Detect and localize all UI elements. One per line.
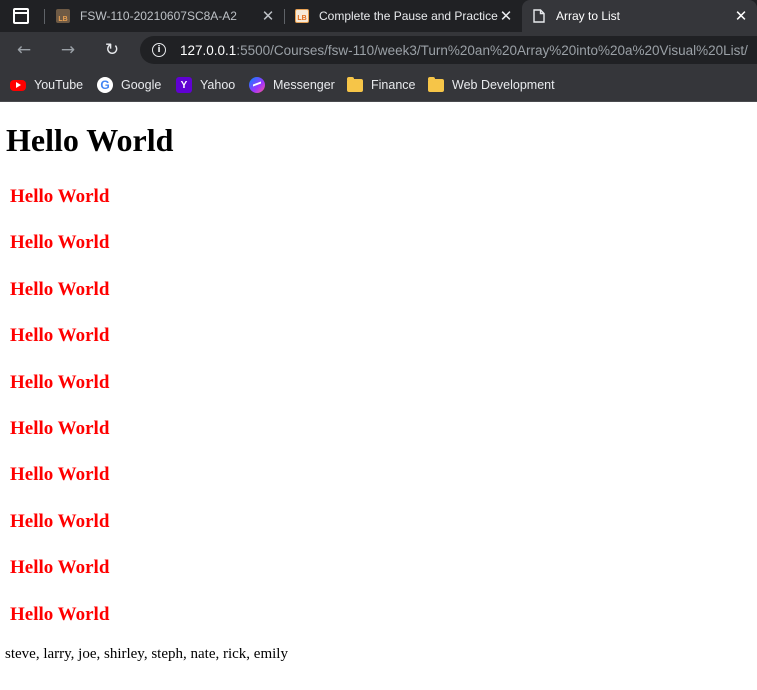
yahoo-icon: Y <box>176 77 192 93</box>
hello-world-item: Hello World <box>10 418 110 439</box>
page-heading: Hello World <box>6 122 174 158</box>
url-host: 127.0.0.1 <box>180 42 237 58</box>
bookmark-label: Yahoo <box>200 78 236 92</box>
url-path: :5500/Courses/fsw-110/week3/Turn%20an%20… <box>236 42 748 58</box>
bookmark-label: Finance <box>371 78 416 92</box>
page-viewport: Hello World Hello World Hello World Hello … <box>0 102 757 690</box>
reload-icon[interactable]: ↻ <box>100 38 124 62</box>
forward-arrow-icon[interactable]: → <box>56 38 80 62</box>
bookmark-finance[interactable]: Finance <box>347 75 415 95</box>
hello-world-item: Hello World <box>10 186 110 207</box>
back-arrow-icon[interactable]: ← <box>12 38 36 62</box>
tab-strip: LB FSW-110-20210607SC8A-A2 ✕ LB Complete… <box>0 0 757 32</box>
hello-world-item: Hello World <box>10 510 110 532</box>
tab-title: FSW-110-20210607SC8A-A2 <box>80 9 237 23</box>
hello-world-item: Hello World <box>10 232 110 254</box>
lb-favicon-icon: LB <box>295 9 309 23</box>
hello-world-item: Hello World <box>10 603 110 625</box>
tab-separator <box>44 9 45 24</box>
messenger-icon <box>249 77 265 93</box>
hello-world-item: Hello World <box>10 557 110 579</box>
address-bar[interactable]: i 127.0.0.1 :5500/Courses/fsw-110/week3/… <box>140 36 757 64</box>
bookmark-label: YouTube <box>34 78 84 92</box>
tab-array-to-list[interactable]: Array to List ✕ <box>522 0 757 32</box>
bookmark-label: Messenger <box>273 78 335 92</box>
bookmark-label: Google <box>121 78 162 92</box>
close-icon[interactable]: ✕ <box>733 7 749 25</box>
tab-title: Complete the Pause and Practice <box>319 9 498 23</box>
close-icon[interactable]: ✕ <box>260 7 276 25</box>
bookmark-messenger[interactable]: Messenger <box>249 75 335 95</box>
info-icon[interactable]: i <box>152 43 166 57</box>
tab-pause-and-practice[interactable]: LB Complete the Pause and Practice ✕ <box>285 0 522 32</box>
bookmark-yahoo[interactable]: Y Yahoo <box>176 75 235 95</box>
lb-favicon-icon: LB <box>56 9 70 23</box>
bookmarks-bar: YouTube G Google Y Yahoo Messenger Finan… <box>0 68 757 102</box>
names-list-text: steve, larry, joe, shirley, steph, nate,… <box>5 646 288 662</box>
hello-world-item: Hello World <box>10 278 110 300</box>
bookmark-youtube[interactable]: YouTube <box>10 75 83 95</box>
google-icon: G <box>97 77 113 93</box>
bookmark-label: Web Development <box>452 78 555 92</box>
document-icon <box>532 9 546 23</box>
tab-title: Array to List <box>556 9 621 23</box>
hello-world-item: Hello World <box>10 464 110 486</box>
hello-world-item: Hello World <box>10 371 110 393</box>
bookmark-web-development[interactable]: Web Development <box>428 75 555 95</box>
tab-search-icon[interactable] <box>8 6 34 26</box>
youtube-icon <box>10 79 26 91</box>
tab-fsw-110[interactable]: LB FSW-110-20210607SC8A-A2 ✕ <box>46 0 284 32</box>
hello-world-item: Hello World <box>10 325 110 347</box>
folder-icon <box>428 76 444 92</box>
close-icon[interactable]: ✕ <box>498 7 514 25</box>
bookmark-google[interactable]: G Google <box>97 75 161 95</box>
browser-toolbar: ← → ↻ i 127.0.0.1 :5500/Courses/fsw-110/… <box>0 32 757 68</box>
folder-icon <box>347 76 363 92</box>
